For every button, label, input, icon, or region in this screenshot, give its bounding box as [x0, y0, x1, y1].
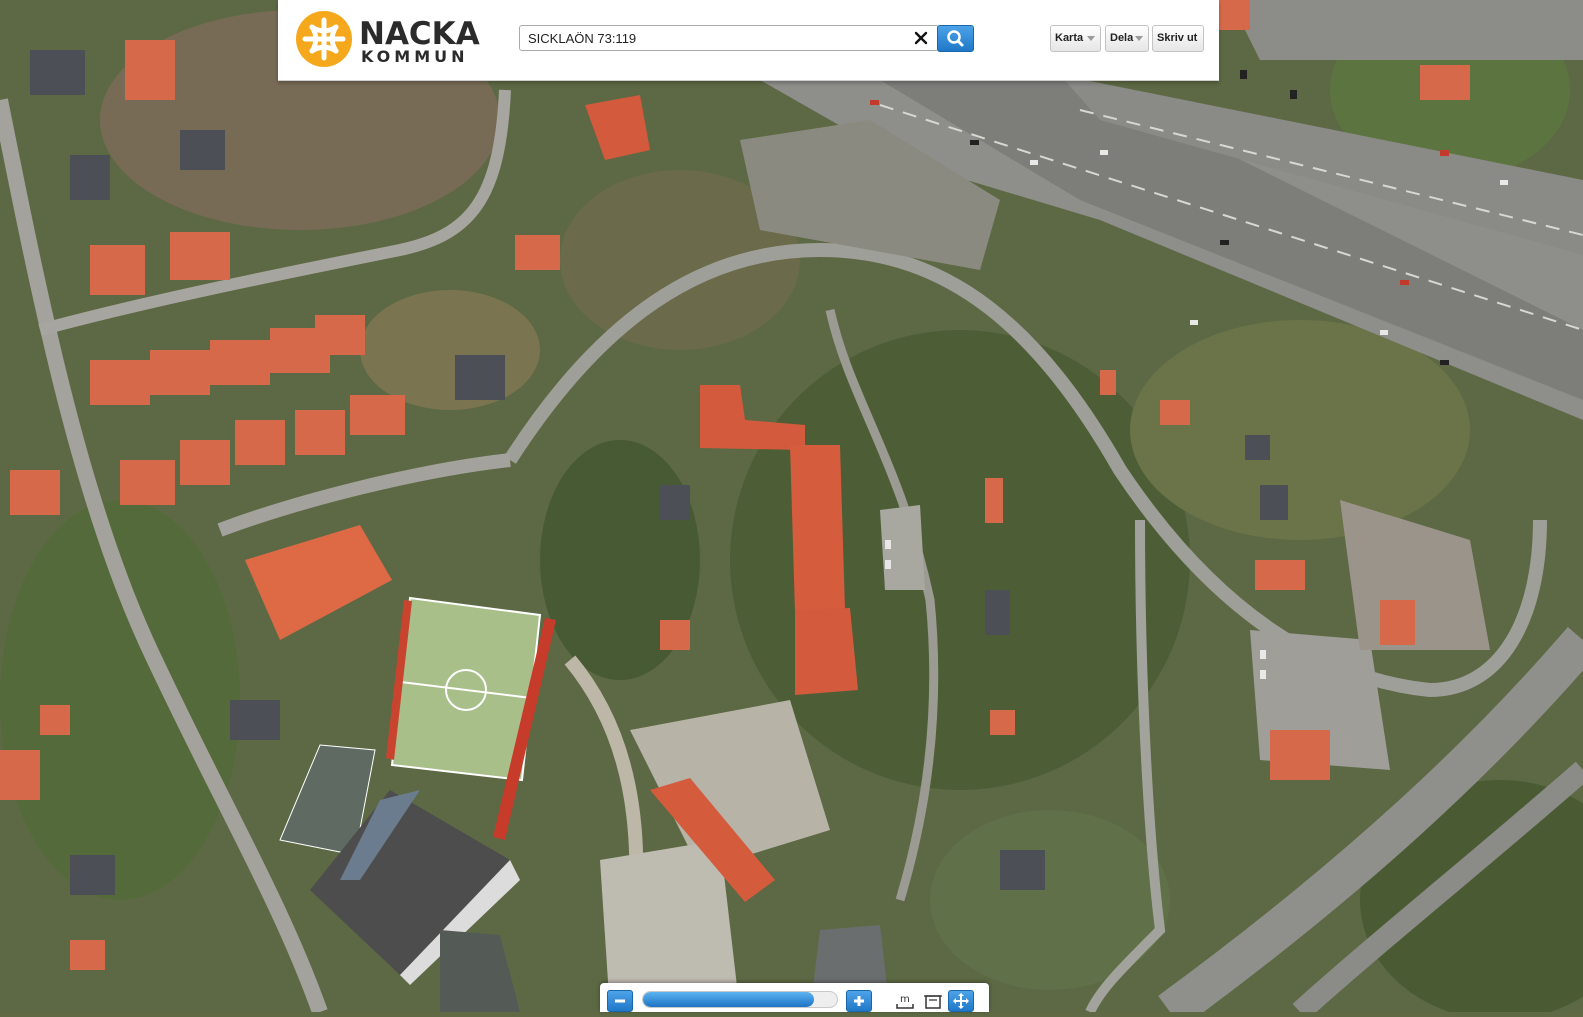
share-dropdown-label: Dela — [1110, 32, 1134, 44]
chevron-down-icon — [1087, 36, 1095, 41]
logo-subtitle: KOMMUN — [361, 47, 469, 66]
measure-unit-label: m — [900, 994, 910, 1005]
measure-area-button[interactable] — [920, 990, 946, 1012]
search-input[interactable] — [528, 29, 898, 47]
zoom-out-button[interactable] — [607, 990, 633, 1012]
share-dropdown-button[interactable]: Dela — [1105, 25, 1149, 52]
chevron-down-icon — [1135, 36, 1143, 41]
zoom-bar: m — [600, 983, 989, 1012]
municipality-emblem-icon — [296, 11, 352, 67]
search-button[interactable] — [937, 25, 974, 52]
print-button[interactable]: Skriv ut — [1152, 25, 1204, 52]
nacka-kommun-logo[interactable]: NACKA KOMMUN — [295, 10, 485, 70]
map-dropdown-button[interactable]: Karta — [1050, 25, 1101, 52]
close-icon[interactable] — [910, 28, 932, 48]
measure-distance-icon: m — [896, 994, 914, 1009]
pan-icon — [953, 993, 969, 1009]
pan-button[interactable] — [948, 990, 974, 1012]
minus-icon — [615, 999, 625, 1003]
print-button-label: Skriv ut — [1157, 32, 1198, 44]
zoom-slider-fill — [643, 992, 814, 1007]
aerial-map[interactable] — [0, 0, 1583, 1012]
measure-distance-button[interactable]: m — [892, 990, 918, 1012]
zoom-slider[interactable] — [642, 991, 838, 1008]
logo-name: NACKA — [359, 16, 480, 52]
top-toolbar: NACKA KOMMUN Karta Dela Skriv ut — [278, 0, 1219, 81]
plus-icon — [854, 996, 864, 1006]
measure-area-icon — [924, 995, 942, 1009]
map-dropdown-label: Karta — [1055, 32, 1084, 44]
search-box — [519, 25, 939, 51]
zoom-in-button[interactable] — [846, 990, 872, 1012]
magnifier-icon — [947, 30, 964, 47]
